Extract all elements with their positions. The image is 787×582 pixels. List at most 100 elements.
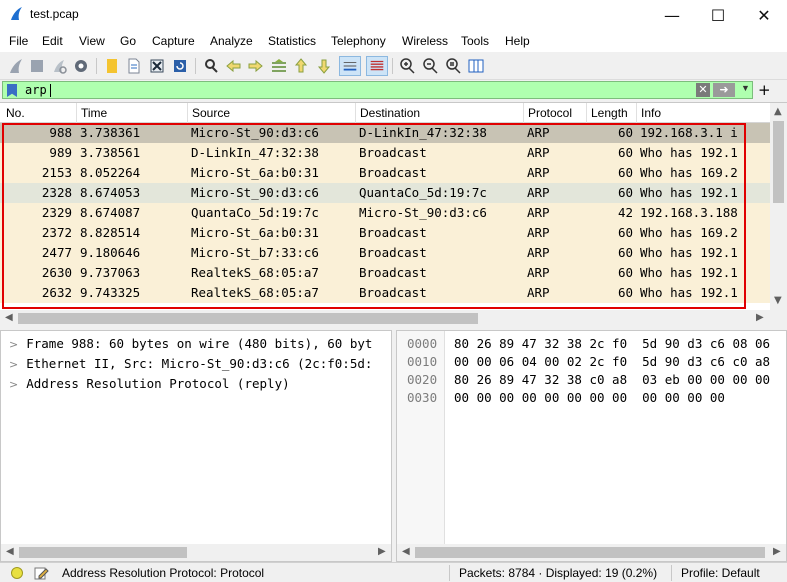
column-header-info[interactable]: Info (641, 106, 661, 120)
menu-help[interactable]: Help (505, 34, 530, 48)
main-toolbar (0, 52, 787, 80)
column-header-destination[interactable]: Destination (360, 106, 420, 120)
open-file-icon[interactable] (103, 57, 121, 75)
go-to-packet-icon[interactable] (270, 57, 288, 75)
column-separator[interactable] (523, 103, 524, 123)
column-header-protocol[interactable]: Protocol (528, 106, 572, 120)
scroll-right-icon[interactable]: ▶ (773, 546, 781, 557)
shark-fin-start-icon[interactable] (7, 57, 25, 75)
scroll-down-icon[interactable]: ▼ (774, 295, 782, 306)
detail-tree-item-arp[interactable]: > Address Resolution Protocol (reply) (9, 376, 290, 391)
column-separator[interactable] (187, 103, 188, 123)
chevron-right-icon[interactable]: > (9, 378, 18, 391)
menu-bar: File Edit View Go Capture Analyze Statis… (0, 30, 787, 52)
find-packet-icon[interactable] (202, 57, 220, 75)
menu-file[interactable]: File (9, 34, 28, 48)
menu-edit[interactable]: Edit (42, 34, 63, 48)
packet-list-horizontal-scrollbar[interactable]: ◀ ▶ (0, 310, 770, 327)
first-packet-icon[interactable] (292, 57, 310, 75)
add-filter-button[interactable]: + (758, 81, 771, 99)
scroll-right-icon[interactable]: ▶ (756, 312, 764, 323)
resize-columns-icon[interactable] (467, 57, 485, 75)
status-separator (449, 565, 450, 581)
detail-tree-item-frame[interactable]: > Frame 988: 60 bytes on wire (480 bits),… (9, 336, 372, 351)
byte-offset: 0020 (407, 372, 438, 387)
zoom-out-icon[interactable] (421, 57, 439, 75)
toolbar-separator (96, 58, 97, 74)
menu-analyze[interactable]: Analyze (210, 34, 253, 48)
status-field-text: Address Resolution Protocol: Protocol (62, 566, 265, 580)
chevron-down-icon[interactable]: ▼ (741, 83, 752, 97)
profile-label[interactable]: Profile: Default (681, 566, 760, 580)
scrollbar-thumb[interactable] (18, 313, 478, 324)
restart-icon[interactable] (50, 57, 68, 75)
chevron-right-icon[interactable]: > (9, 338, 18, 351)
byte-offsets-column: 0000 0010 0020 0030 (397, 331, 445, 545)
menu-tools[interactable]: Tools (461, 34, 489, 48)
scroll-left-icon[interactable]: ◀ (6, 546, 14, 557)
file-icon[interactable] (125, 57, 143, 75)
close-button[interactable]: ✕ (741, 0, 787, 30)
stop-icon[interactable] (28, 57, 46, 75)
scrollbar-thumb[interactable] (19, 547, 187, 558)
hex-row[interactable]: 80 26 89 47 32 38 c0 a8 03 eb 00 00 00 0… (454, 372, 770, 387)
hex-row[interactable]: 80 26 89 47 32 38 2c f0 5d 90 d3 c6 08 0… (454, 336, 770, 351)
hex-row[interactable]: 00 00 00 00 00 00 00 00 00 00 00 00 (454, 390, 725, 405)
last-packet-icon[interactable] (315, 57, 333, 75)
column-header-source[interactable]: Source (192, 106, 230, 120)
packet-bytes-pane: 0000 0010 0020 0030 80 26 89 47 32 38 2c… (396, 330, 787, 562)
menu-statistics[interactable]: Statistics (268, 34, 316, 48)
display-filter-input[interactable]: arp ✕ ➜ ▼ (2, 81, 753, 99)
menu-view[interactable]: View (79, 34, 105, 48)
packet-list-header: No. Time Source Destination Protocol Len… (0, 103, 770, 123)
menu-telephony[interactable]: Telephony (331, 34, 386, 48)
details-horizontal-scrollbar[interactable]: ◀ ▶ (1, 544, 391, 561)
byte-offset: 0000 (407, 336, 438, 351)
status-separator (671, 565, 672, 581)
go-back-icon[interactable] (224, 57, 242, 75)
reload-icon[interactable] (171, 57, 189, 75)
hex-row[interactable]: 00 00 06 04 00 02 2c f0 5d 90 d3 c6 c0 a… (454, 354, 770, 369)
go-forward-icon[interactable] (247, 57, 265, 75)
wireshark-fin-icon (11, 7, 22, 20)
scroll-right-icon[interactable]: ▶ (378, 546, 386, 557)
scroll-up-icon[interactable]: ▲ (774, 106, 782, 117)
column-header-no[interactable]: No. (6, 106, 25, 120)
column-header-length[interactable]: Length (591, 106, 628, 120)
text-caret (50, 84, 51, 97)
zoom-in-icon[interactable] (398, 57, 416, 75)
bookmark-icon[interactable] (7, 84, 17, 97)
clear-icon[interactable]: ✕ (696, 83, 710, 97)
scrollbar-thumb[interactable] (773, 121, 784, 203)
bytes-horizontal-scrollbar[interactable]: ◀ ▶ (397, 544, 786, 561)
arrow-right-icon[interactable]: ➜ (713, 83, 735, 97)
column-separator[interactable] (586, 103, 587, 123)
column-separator[interactable] (636, 103, 637, 123)
expert-info-icon[interactable] (11, 567, 23, 579)
edit-comment-icon[interactable] (33, 565, 49, 581)
column-header-time[interactable]: Time (81, 106, 107, 120)
menu-go[interactable]: Go (120, 34, 136, 48)
byte-offset: 0030 (407, 390, 438, 405)
column-separator[interactable] (76, 103, 77, 123)
auto-scroll-icon[interactable] (339, 56, 361, 76)
toolbar-separator (195, 58, 196, 74)
status-bar: Address Resolution Protocol: Protocol Pa… (0, 562, 787, 582)
minimize-button[interactable]: — (649, 0, 695, 30)
close-file-icon[interactable] (148, 57, 166, 75)
scroll-left-icon[interactable]: ◀ (5, 312, 13, 323)
detail-tree-item-ethernet[interactable]: > Ethernet II, Src: Micro-St_90:d3:c6 (2c… (9, 356, 372, 371)
column-separator[interactable] (355, 103, 356, 123)
scrollbar-thumb[interactable] (415, 547, 765, 558)
chevron-right-icon[interactable]: > (9, 358, 18, 371)
menu-capture[interactable]: Capture (152, 34, 195, 48)
normal-size-icon[interactable] (444, 57, 462, 75)
packet-list-vertical-scrollbar[interactable]: ▲ ▼ (770, 103, 787, 310)
menu-wireless[interactable]: Wireless (402, 34, 448, 48)
scroll-left-icon[interactable]: ◀ (402, 546, 410, 557)
colorize-icon[interactable] (366, 56, 388, 76)
maximize-button[interactable]: ☐ (695, 0, 741, 30)
toolbar-separator (392, 58, 393, 74)
capture-options-icon[interactable] (72, 57, 90, 75)
filter-text[interactable]: arp (25, 83, 47, 97)
